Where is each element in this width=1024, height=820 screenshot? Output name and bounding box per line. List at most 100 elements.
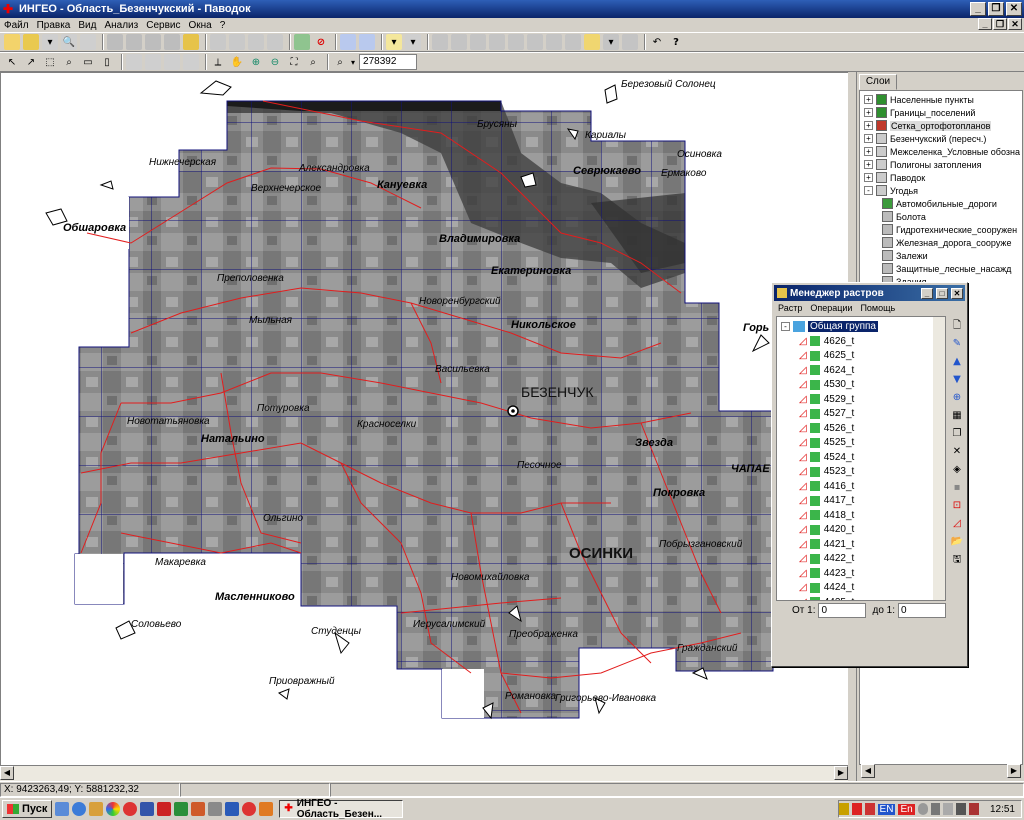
word-icon[interactable]: [225, 801, 240, 816]
raster-visible-icon[interactable]: [809, 452, 820, 462]
raster-properties-icon[interactable]: ▦: [950, 409, 964, 423]
menu-edit[interactable]: Правка: [33, 20, 75, 31]
outline-icon[interactable]: ◿: [950, 517, 964, 531]
from-scale-input[interactable]: 0: [818, 603, 867, 618]
search-icon[interactable]: 🔍: [61, 34, 77, 50]
close-button[interactable]: ✕: [1006, 2, 1022, 16]
layer-tree-item[interactable]: + Безенчукский (пересч.): [864, 132, 986, 145]
rm-maximize-button[interactable]: □: [936, 287, 948, 299]
frame-icon[interactable]: ⊡: [950, 499, 964, 513]
tree-scroll-left-button[interactable]: ◀: [861, 764, 875, 778]
select-area-icon[interactable]: ▭: [80, 54, 96, 70]
select-rect-icon[interactable]: ▯: [99, 54, 115, 70]
layer-icon[interactable]: [183, 34, 199, 50]
raster-list-item[interactable]: ◿ 4416_t: [799, 479, 854, 493]
move-down-icon[interactable]: ▼: [950, 373, 964, 387]
layer-tree-item[interactable]: + Полигоны затопления: [864, 158, 982, 171]
raster-list-item[interactable]: ◿ 4417_t: [799, 494, 854, 508]
layer-tree-item[interactable]: + Границы_поселений: [864, 106, 975, 119]
raster-visible-icon[interactable]: [809, 524, 820, 535]
menu-file[interactable]: Файл: [0, 20, 33, 31]
mdi-restore-button[interactable]: ❐: [993, 18, 1007, 30]
language-indicator[interactable]: EN: [877, 803, 896, 815]
raster-visible-icon[interactable]: [809, 568, 820, 578]
undo-icon[interactable]: ↶: [649, 34, 665, 50]
properties-icon[interactable]: [584, 34, 600, 50]
media-icon[interactable]: [106, 801, 121, 816]
settings-icon[interactable]: ▾: [405, 34, 421, 50]
tray-icon[interactable]: [969, 803, 979, 815]
save-icon[interactable]: [23, 34, 39, 50]
map-view[interactable]: Березовый Солонец Брусяны Кариалы Осинов…: [0, 72, 848, 765]
taskbar-window-button[interactable]: ✚ ИНГЕО - Область_Безен...: [279, 798, 404, 820]
tray-icon[interactable]: [943, 803, 954, 815]
raster-visible-icon[interactable]: [809, 553, 820, 564]
split-icon[interactable]: [527, 34, 543, 50]
list-icon[interactable]: [248, 34, 264, 50]
browser-icon[interactable]: [242, 801, 257, 816]
tray-icon[interactable]: [917, 803, 928, 815]
raster-visible-icon[interactable]: [809, 437, 820, 448]
delete-icon[interactable]: [164, 34, 180, 50]
excel-icon[interactable]: [174, 801, 189, 816]
lasso-icon[interactable]: ⬚: [42, 54, 58, 70]
mail-icon[interactable]: [191, 801, 206, 816]
expand-toggle-icon[interactable]: +: [864, 173, 873, 182]
raster-list-item[interactable]: ◿ 4524_t: [799, 450, 854, 464]
layer-tree-item[interactable]: Болота: [882, 210, 926, 223]
delete-raster-icon[interactable]: ✕: [950, 445, 964, 459]
calc-icon[interactable]: [208, 801, 223, 816]
zoom-in-icon[interactable]: ⊕: [248, 54, 264, 70]
tray-icon[interactable]: [956, 803, 967, 815]
raster-list-item[interactable]: ◿ 4424_t: [799, 581, 854, 595]
raster-list-item[interactable]: ◿ 4523_t: [799, 465, 854, 479]
rm-menu-help[interactable]: Помощь: [856, 303, 899, 313]
explorer-icon[interactable]: [89, 801, 104, 816]
node-icon[interactable]: [489, 34, 505, 50]
zoom-window-icon[interactable]: ⌕: [305, 54, 321, 70]
save-disk-icon[interactable]: 🖫: [950, 553, 964, 567]
help-icon[interactable]: ?: [668, 34, 684, 50]
cut-icon[interactable]: [107, 34, 123, 50]
raster-visible-icon[interactable]: [809, 408, 820, 419]
expand-toggle-icon[interactable]: +: [864, 134, 873, 143]
raster-list-item[interactable]: ◿ 4625_t: [799, 349, 854, 363]
snap-node-icon[interactable]: [164, 54, 180, 70]
raster-visible-icon[interactable]: [809, 336, 820, 346]
raster-list-item[interactable]: ◿ 4420_t: [799, 523, 854, 537]
layer-tree-item[interactable]: + Паводок: [864, 171, 925, 184]
ingeo-quick-icon[interactable]: [157, 801, 172, 816]
save-quick-icon[interactable]: [140, 801, 155, 816]
align-icon[interactable]: [432, 34, 448, 50]
expand-toggle-icon[interactable]: +: [864, 147, 873, 156]
print-icon[interactable]: ▾: [42, 34, 58, 50]
restore-button[interactable]: ❐: [988, 2, 1004, 16]
raster-visible-icon[interactable]: [809, 350, 820, 361]
raster-visible-icon[interactable]: [809, 495, 820, 506]
layer-tree-item[interactable]: Автомобильные_дороги: [882, 197, 997, 210]
expand-toggle-icon[interactable]: +: [864, 121, 873, 130]
minimize-button[interactable]: _: [970, 2, 986, 16]
table-icon[interactable]: [210, 34, 226, 50]
raster-list-item[interactable]: ◿ 4529_t: [799, 392, 854, 406]
layer-tree-item[interactable]: Залежи: [882, 249, 928, 262]
keyboard-layout-indicator[interactable]: En: [898, 803, 915, 815]
show-desktop-icon[interactable]: [55, 801, 70, 816]
merge-icon[interactable]: [546, 34, 562, 50]
expand-toggle-icon[interactable]: +: [864, 160, 873, 169]
ie-icon[interactable]: [72, 801, 87, 816]
transform-icon[interactable]: ◈: [950, 463, 964, 477]
raster-visible-icon[interactable]: [809, 597, 820, 600]
raster-list-item[interactable]: ◿ 4530_t: [799, 378, 854, 392]
tray-icon[interactable]: [851, 803, 862, 815]
grid-icon[interactable]: [229, 34, 245, 50]
menu-windows[interactable]: Окна: [184, 20, 215, 31]
raster-list-item[interactable]: ◿ 4626_t: [799, 334, 854, 348]
tree-scroll-right-button[interactable]: ▶: [1007, 764, 1021, 778]
link-raster-icon[interactable]: ✎: [950, 337, 964, 351]
tray-icon[interactable]: [838, 803, 849, 815]
new-raster-icon[interactable]: 🗋: [950, 319, 964, 333]
menu-view[interactable]: Вид: [74, 20, 100, 31]
layer-tree-item[interactable]: + Населенные пункты: [864, 93, 974, 106]
raster-list[interactable]: - Общая группа ◿ 4626_t ◿ 4625_t ◿ 4624_t ◿ 4530_…: [776, 316, 946, 601]
